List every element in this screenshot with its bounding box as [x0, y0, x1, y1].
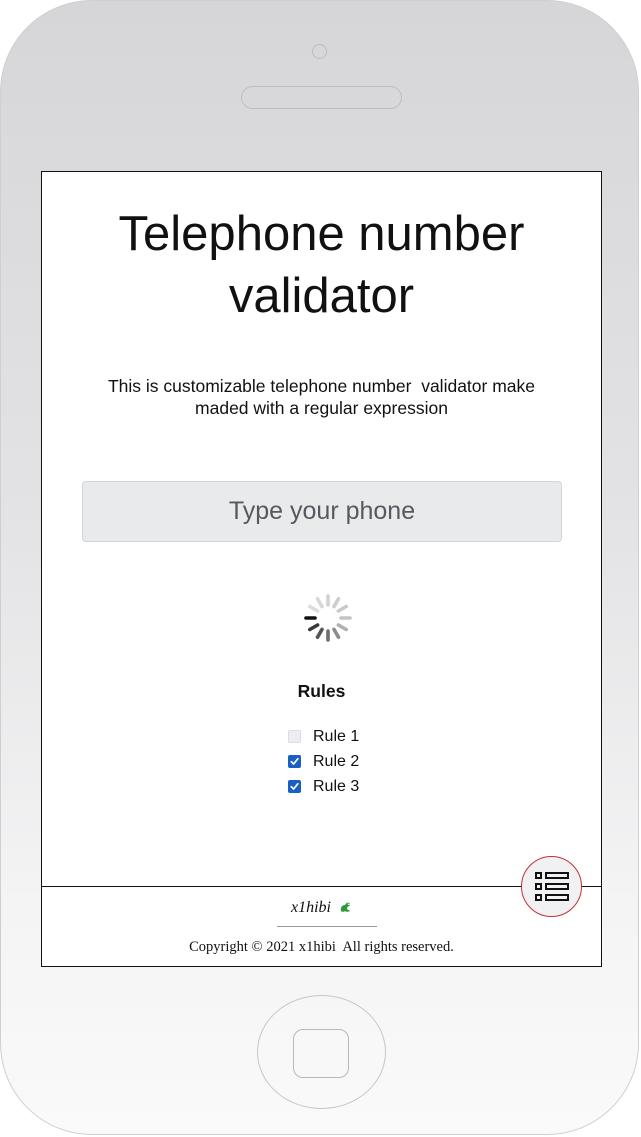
page-title: Telephone number validator [118, 207, 525, 323]
speaker-grille [241, 86, 402, 109]
list-icon [534, 871, 569, 901]
checkmark-icon [290, 757, 299, 765]
rule-3-checkbox[interactable] [288, 780, 301, 793]
rule-item-3[interactable]: Rule 3 [288, 774, 359, 799]
page-description: This is customizable telephone number va… [107, 376, 540, 418]
footer-divider [277, 926, 377, 927]
home-button-square [293, 1029, 349, 1078]
app-screen: Telephone number validator This is custo… [41, 171, 602, 967]
rule-2-label: Rule 2 [313, 752, 360, 770]
copyright-text: Copyright © 2021 x1hibi All rights reser… [189, 939, 454, 955]
rule-item-2[interactable]: Rule 2 [288, 749, 359, 774]
author-signature: x1hibi [42, 899, 601, 917]
rule-2-checkbox[interactable] [288, 755, 301, 768]
author-name: x1hibi [291, 899, 331, 916]
spinner-icon [304, 594, 352, 642]
footer: x1hibi Copyright © 2021 x1hibi All right… [42, 886, 601, 966]
checkmark-icon [290, 782, 299, 790]
menu-button[interactable] [521, 856, 582, 917]
rule-item-1[interactable]: Rule 1 [288, 724, 359, 749]
rule-3-label: Rule 3 [313, 777, 360, 795]
rule-1-checkbox[interactable] [288, 730, 301, 743]
rules-heading: Rules [297, 681, 346, 701]
camera-icon [312, 44, 327, 59]
rules-list: Rule 1 Rule 2 Rule 3 [288, 724, 359, 799]
dragon-icon [340, 902, 350, 912]
rule-1-label: Rule 1 [313, 727, 360, 745]
phone-frame: Telephone number validator This is custo… [0, 0, 639, 1135]
phone-input[interactable] [82, 481, 562, 542]
